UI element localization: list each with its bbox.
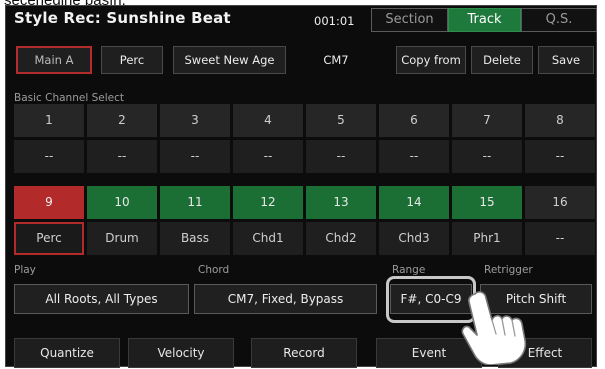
channel-14-number[interactable]: 14 <box>379 186 449 219</box>
channel-6-number[interactable]: 6 <box>379 104 449 137</box>
channel-1-number[interactable]: 1 <box>14 104 84 137</box>
channel-10-number[interactable]: 10 <box>87 186 157 219</box>
voice-button[interactable]: Sweet New Age <box>173 46 286 74</box>
velocity-button[interactable]: Velocity <box>128 338 234 368</box>
channel-13-number[interactable]: 13 <box>306 186 376 219</box>
channel-5-part[interactable]: -- <box>306 140 376 173</box>
save-button[interactable]: Save <box>538 46 594 74</box>
channel-6-part[interactable]: -- <box>379 140 449 173</box>
channel-5-number[interactable]: 5 <box>306 104 376 137</box>
channel-9-part[interactable]: Perc <box>14 222 84 255</box>
channel-8-part[interactable]: -- <box>525 140 595 173</box>
channel-16-number[interactable]: 16 <box>525 186 595 219</box>
chord-label: Chord <box>198 264 230 276</box>
chord-display: CM7 <box>323 53 349 67</box>
channel-8-number[interactable]: 8 <box>525 104 595 137</box>
chord-button[interactable]: CM7, Fixed, Bypass <box>194 284 377 314</box>
tab-section[interactable]: Section <box>371 8 448 32</box>
channel-15-part[interactable]: Phr1 <box>452 222 522 255</box>
channel-14-part[interactable]: Chd3 <box>379 222 449 255</box>
perc-button[interactable]: Perc <box>101 46 163 74</box>
channel-3-number[interactable]: 3 <box>160 104 230 137</box>
style-rec-screen: Style Rec: Sunshine Beat 001:01 Section … <box>5 5 597 368</box>
play-label: Play <box>14 264 36 276</box>
pointing-hand-icon <box>461 291 527 365</box>
channel-7-part[interactable]: -- <box>452 140 522 173</box>
channel-11-number[interactable]: 11 <box>160 186 230 219</box>
channel-9-number[interactable]: 9 <box>14 186 84 219</box>
channel-3-part[interactable]: -- <box>160 140 230 173</box>
channel-16-part[interactable]: -- <box>525 222 595 255</box>
channel-4-number[interactable]: 4 <box>233 104 303 137</box>
play-button[interactable]: All Roots, All Types <box>14 284 189 314</box>
tab-track[interactable]: Track <box>448 8 521 32</box>
measure-counter: 001:01 <box>314 14 355 28</box>
channel-12-part[interactable]: Chd1 <box>233 222 303 255</box>
channel-1-part[interactable]: -- <box>14 140 84 173</box>
delete-button[interactable]: Delete <box>471 46 533 74</box>
record-button[interactable]: Record <box>251 338 357 368</box>
range-label: Range <box>392 264 426 276</box>
channel-select-label: Basic Channel Select <box>14 92 124 104</box>
quantize-button[interactable]: Quantize <box>14 338 120 368</box>
channel-13-part[interactable]: Chd2 <box>306 222 376 255</box>
page-title: Style Rec: Sunshine Beat <box>14 9 231 27</box>
channel-11-part[interactable]: Bass <box>160 222 230 255</box>
channel-10-part[interactable]: Drum <box>87 222 157 255</box>
channel-15-number[interactable]: 15 <box>452 186 522 219</box>
retrigger-label: Retrigger <box>484 264 533 276</box>
channel-2-number[interactable]: 2 <box>87 104 157 137</box>
channel-12-number[interactable]: 12 <box>233 186 303 219</box>
copy-from-button[interactable]: Copy from <box>396 46 466 74</box>
channel-4-part[interactable]: -- <box>233 140 303 173</box>
tab-qs[interactable]: Q.S. <box>521 8 597 32</box>
main-a-button[interactable]: Main A <box>16 46 92 74</box>
channel-2-part[interactable]: -- <box>87 140 157 173</box>
channel-7-number[interactable]: 7 <box>452 104 522 137</box>
